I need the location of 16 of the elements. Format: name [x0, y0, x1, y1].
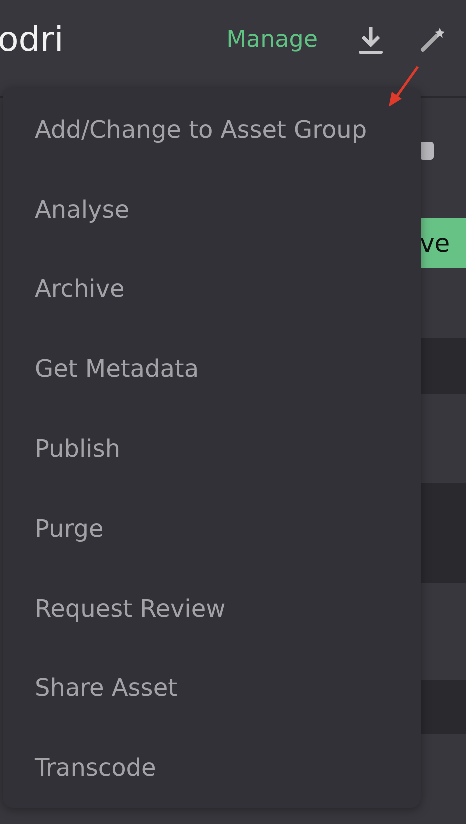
menu-item[interactable]: Share Asset — [3, 648, 421, 728]
menu-item[interactable]: Purge — [3, 488, 421, 569]
menu-item[interactable]: Add/Change to Asset Group — [3, 90, 421, 170]
tab-handle — [420, 142, 434, 160]
menu-item[interactable]: Archive — [3, 250, 421, 330]
page-title: odri — [0, 20, 65, 60]
download-icon[interactable] — [358, 25, 384, 55]
magic-wand-icon[interactable] — [420, 27, 446, 53]
menu-item[interactable]: Request Review — [3, 568, 421, 648]
menu-item[interactable]: Transcode — [3, 728, 421, 808]
action-button[interactable]: ve — [420, 218, 466, 268]
annotation-arrow — [386, 64, 422, 110]
menu-item[interactable]: Get Metadata — [3, 329, 421, 410]
menu-item[interactable]: Publish — [3, 409, 421, 489]
manage-link[interactable]: Manage — [226, 27, 318, 53]
menu-item[interactable]: Analyse — [3, 170, 421, 250]
